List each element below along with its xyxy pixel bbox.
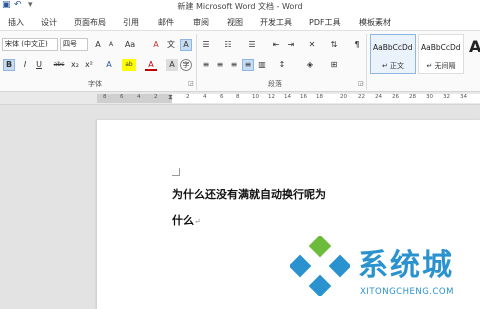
- shading-icon[interactable]: ◈: [304, 59, 316, 71]
- align-right-icon[interactable]: ≡: [228, 59, 240, 71]
- clear-format-button[interactable]: A: [150, 39, 162, 51]
- font-name-select[interactable]: 宋体 (中文正): [2, 38, 58, 51]
- ruler-number: 34: [460, 94, 467, 100]
- paragraph-group-label: 段落: [268, 80, 282, 88]
- font-dialog-launcher-icon[interactable]: ◲: [188, 80, 194, 87]
- style-no-spacing[interactable]: AaBbCcDd ↵ 无间隔: [418, 34, 464, 74]
- paragraph-dialog-launcher-icon[interactable]: ◲: [358, 80, 364, 87]
- style-name: ↵ 正文: [381, 62, 405, 70]
- style-normal[interactable]: AaBbCcDd ↵ 正文: [370, 34, 416, 74]
- tab-review[interactable]: 审阅: [193, 16, 209, 29]
- ruler-number: 12: [268, 94, 275, 100]
- document-text-line[interactable]: 为什么还没有满就自动换行呢为: [172, 186, 326, 202]
- tab-developer[interactable]: 开发工具: [260, 16, 292, 29]
- text-effects-button[interactable]: A: [103, 59, 115, 71]
- ruler-number: 22: [358, 94, 365, 100]
- align-left-icon[interactable]: ≡: [200, 59, 212, 71]
- tab-templates[interactable]: 模板素材: [359, 16, 391, 29]
- font-group-label: 字体: [88, 80, 102, 88]
- ruler-number: 2: [186, 94, 190, 100]
- underline-button[interactable]: U: [33, 59, 45, 71]
- justify-icon[interactable]: ≡: [242, 59, 254, 71]
- indent-marker-icon[interactable]: ⧗: [168, 93, 173, 102]
- logo-diamond-left: [290, 254, 312, 278]
- logo-diamond-green: [308, 236, 332, 258]
- ruler-number: 28: [409, 94, 416, 100]
- align-center-icon[interactable]: ≡: [214, 59, 226, 71]
- shrink-font-button[interactable]: A: [105, 39, 117, 51]
- font-size-select[interactable]: 四号: [60, 38, 88, 51]
- change-case-button[interactable]: Aa: [122, 39, 138, 51]
- group-divider: [196, 34, 197, 90]
- document-text[interactable]: 什么: [172, 214, 194, 227]
- ruler-number: 18: [316, 94, 323, 100]
- style-preview: AaBbCcDd: [421, 43, 461, 52]
- ruler-number: 6: [120, 94, 124, 100]
- paragraph-mark-icon: ↵: [194, 217, 201, 226]
- distribute-icon[interactable]: ▥: [256, 59, 268, 71]
- highlight-button[interactable]: ab: [122, 59, 136, 71]
- ribbon: 宋体 (中文正) 四号 A A Aa A 文 A B I U abc x₂ x²…: [0, 30, 480, 92]
- show-marks-icon[interactable]: ¶: [351, 39, 363, 51]
- logo-diamond-bottom: [308, 274, 332, 296]
- style-preview: AaBbCcDd: [373, 43, 413, 52]
- document-text-line[interactable]: 什么↵: [172, 212, 201, 228]
- ruler-number: 4: [203, 94, 207, 100]
- tab-insert[interactable]: 插入: [8, 16, 24, 29]
- ribbon-tabs: 插入 设计 页面布局 引用 邮件 审阅 视图 开发工具 PDF工具 模板素材: [0, 14, 480, 30]
- subscript-button[interactable]: x₂: [69, 59, 81, 71]
- grow-font-button[interactable]: A: [92, 39, 104, 51]
- tab-view[interactable]: 视图: [227, 16, 243, 29]
- ruler-margin: [97, 94, 172, 103]
- group-divider: [366, 34, 367, 90]
- bullets-icon[interactable]: ☰: [200, 39, 212, 51]
- decrease-indent-icon[interactable]: ⇤: [270, 39, 282, 51]
- sort-icon[interactable]: ⇅: [328, 39, 340, 51]
- font-color-button[interactable]: A: [145, 59, 157, 71]
- margin-corner-mark: [172, 168, 180, 176]
- ruler-number: 32: [443, 94, 450, 100]
- style-name: ↵ 无间隔: [426, 62, 456, 70]
- strikethrough-button[interactable]: abc: [51, 59, 67, 71]
- line-spacing-icon[interactable]: ↕: [276, 59, 288, 71]
- horizontal-ruler: 8 6 4 2 ⧗ 2 4 6 8 10 12 14 16 18 20 22 2…: [0, 92, 480, 105]
- superscript-button[interactable]: x²: [83, 59, 95, 71]
- style-heading-preview[interactable]: A: [469, 37, 480, 56]
- tab-pdf-tools[interactable]: PDF工具: [309, 16, 341, 29]
- ruler-number: 2: [154, 94, 158, 100]
- window-title: 新建 Microsoft Word 文档 - Word: [177, 2, 303, 11]
- multilevel-list-icon[interactable]: ☰: [246, 39, 258, 51]
- logo-diamond-right: [328, 254, 350, 278]
- tab-mailings[interactable]: 邮件: [158, 16, 174, 29]
- char-border-button[interactable]: A: [180, 39, 192, 51]
- ruler-number: 6: [220, 94, 224, 100]
- ruler-number: 8: [236, 94, 240, 100]
- ruler-number: 10: [252, 94, 259, 100]
- numbering-icon[interactable]: ☷: [222, 39, 234, 51]
- ruler-number: 8: [103, 94, 107, 100]
- bold-button[interactable]: B: [3, 59, 15, 71]
- char-shading-button[interactable]: A: [166, 59, 178, 71]
- tab-layout[interactable]: 页面布局: [74, 16, 106, 29]
- borders-icon[interactable]: ⊞: [328, 59, 340, 71]
- chinese-layout-icon[interactable]: ✕: [306, 39, 318, 51]
- tab-references[interactable]: 引用: [123, 16, 139, 29]
- increase-indent-icon[interactable]: ⇥: [285, 39, 297, 51]
- ruler-number: 20: [340, 94, 347, 100]
- ruler-number: 26: [392, 94, 399, 100]
- title-bar: ▣ ↶ ▾ 新建 Microsoft Word 文档 - Word: [0, 0, 480, 14]
- watermark-brand: 系统城: [358, 248, 454, 283]
- watermark-url: XITONGCHENG.COM: [360, 287, 454, 297]
- italic-button[interactable]: I: [19, 59, 31, 71]
- tab-design[interactable]: 设计: [41, 16, 57, 29]
- ruler-number: 30: [426, 94, 433, 100]
- pinyin-button[interactable]: 文: [165, 39, 177, 51]
- ruler-number: 14: [284, 94, 291, 100]
- ruler-number: 24: [375, 94, 382, 100]
- ruler-number: 16: [300, 94, 307, 100]
- enclose-char-button[interactable]: 字: [180, 59, 192, 71]
- ruler-number: 4: [137, 94, 141, 100]
- watermark-logo-icon: [290, 236, 350, 296]
